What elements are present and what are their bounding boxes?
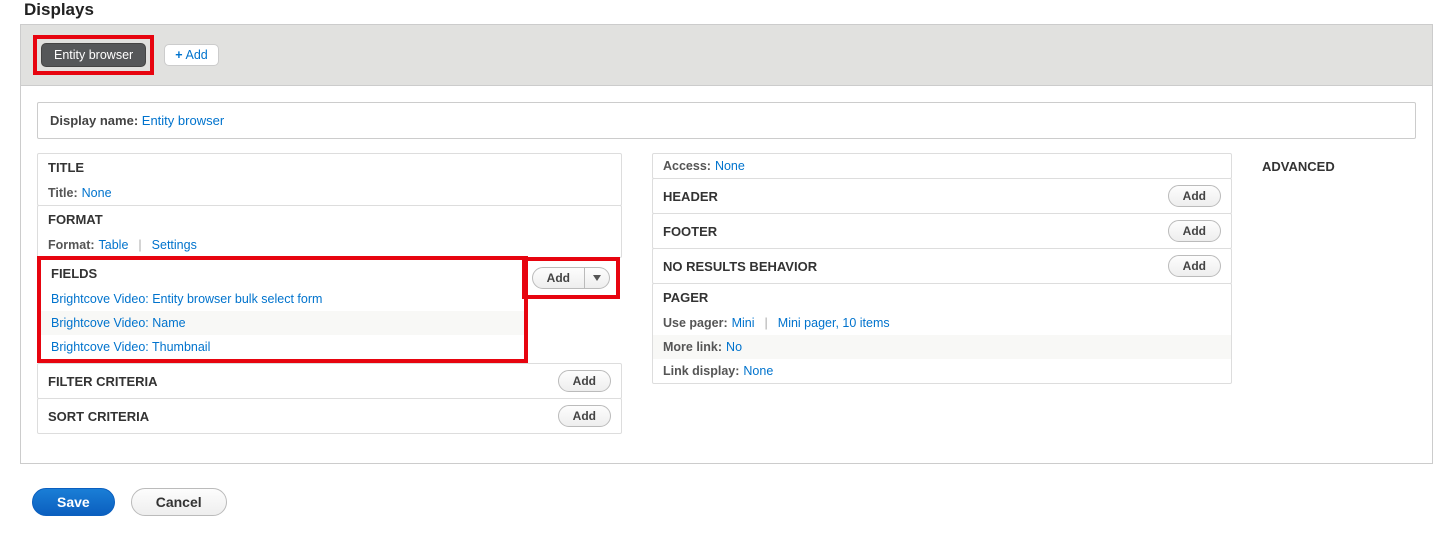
format-row-label: Format:	[48, 238, 95, 252]
title-heading: TITLE	[38, 154, 621, 181]
field-link-0[interactable]: Brightcove Video: Entity browser bulk se…	[51, 292, 322, 306]
add-footer-button[interactable]: Add	[1168, 220, 1221, 242]
format-section: FORMAT Format: Table | Settings	[37, 205, 622, 258]
format-row: Format: Table | Settings	[38, 233, 621, 257]
footer-heading: FOOTER Add	[653, 214, 1231, 248]
pager-more-label: More link:	[663, 340, 722, 354]
add-header-button[interactable]: Add	[1168, 185, 1221, 207]
field-link-2[interactable]: Brightcove Video: Thumbnail	[51, 340, 210, 354]
access-label: Access:	[663, 159, 711, 173]
plus-icon: +	[175, 48, 182, 62]
title-section: TITLE Title: None	[37, 153, 622, 206]
add-field-button[interactable]: Add	[532, 267, 585, 289]
pager-link-label: Link display:	[663, 364, 739, 378]
header-section: HEADER Add	[652, 178, 1232, 214]
highlight-active-tab: Entity browser	[33, 35, 154, 75]
advanced-heading[interactable]: ADVANCED	[1262, 153, 1416, 180]
field-item-0: Brightcove Video: Entity browser bulk se…	[41, 287, 524, 311]
display-name-label: Display name:	[50, 113, 138, 128]
display-name-box: Display name: Entity browser	[37, 102, 1416, 139]
separator: |	[132, 238, 147, 252]
add-no-results-button[interactable]: Add	[1168, 255, 1221, 277]
tabs-bar: Entity browser + Add	[20, 24, 1433, 86]
title-row-label: Title:	[48, 186, 78, 200]
field-link-1[interactable]: Brightcove Video: Name	[51, 316, 186, 330]
format-heading: FORMAT	[38, 206, 621, 233]
add-filter-button[interactable]: Add	[558, 370, 611, 392]
add-display-button[interactable]: + Add	[164, 44, 219, 66]
pager-section: PAGER Use pager: Mini | Mini pager, 10 i…	[652, 283, 1232, 384]
cancel-button[interactable]: Cancel	[131, 488, 227, 516]
no-results-section: NO RESULTS BEHAVIOR Add	[652, 248, 1232, 284]
sort-criteria-heading: SORT CRITERIA Add	[38, 399, 621, 433]
pager-heading: PAGER	[653, 284, 1231, 311]
pager-use-row: Use pager: Mini | Mini pager, 10 items	[653, 311, 1231, 335]
footer-section: FOOTER Add	[652, 213, 1232, 249]
filter-criteria-section: FILTER CRITERIA Add	[37, 363, 622, 399]
filter-criteria-heading: FILTER CRITERIA Add	[38, 364, 621, 398]
pager-link-value[interactable]: None	[743, 364, 773, 378]
display-name-value[interactable]: Entity browser	[142, 113, 224, 128]
fields-heading: FIELDS	[41, 260, 524, 287]
pager-more-row: More link: No	[653, 335, 1231, 359]
pager-more-value[interactable]: No	[726, 340, 742, 354]
highlight-add-field-button: Add	[522, 257, 620, 299]
header-heading: HEADER Add	[653, 179, 1231, 213]
access-row: Access: None	[653, 154, 1231, 178]
title-row-value[interactable]: None	[82, 186, 112, 200]
pager-use-label: Use pager:	[663, 316, 728, 330]
format-row-value[interactable]: Table	[99, 238, 129, 252]
add-display-label: Add	[186, 48, 208, 62]
field-item-2: Brightcove Video: Thumbnail	[41, 335, 524, 359]
highlight-fields-section: FIELDS Brightcove Video: Entity browser …	[37, 256, 528, 363]
content-area: Display name: Entity browser TITLE Title…	[20, 86, 1433, 464]
save-button[interactable]: Save	[32, 488, 115, 516]
add-sort-button[interactable]: Add	[558, 405, 611, 427]
field-item-1: Brightcove Video: Name	[41, 311, 524, 335]
page-title: Displays	[20, 0, 1433, 24]
format-settings-link[interactable]: Settings	[152, 238, 197, 252]
pager-detail-value[interactable]: Mini pager, 10 items	[778, 316, 890, 330]
actions-bar: Save Cancel	[20, 488, 1433, 516]
add-field-dropdown[interactable]	[585, 267, 610, 289]
access-row-panel: Access: None	[652, 153, 1232, 179]
chevron-down-icon	[593, 275, 601, 281]
sort-criteria-section: SORT CRITERIA Add	[37, 398, 622, 434]
no-results-heading: NO RESULTS BEHAVIOR Add	[653, 249, 1231, 283]
tab-entity-browser[interactable]: Entity browser	[41, 43, 146, 67]
title-row: Title: None	[38, 181, 621, 205]
pager-use-value[interactable]: Mini	[732, 316, 755, 330]
pager-link-row: Link display: None	[653, 359, 1231, 383]
access-value[interactable]: None	[715, 159, 745, 173]
